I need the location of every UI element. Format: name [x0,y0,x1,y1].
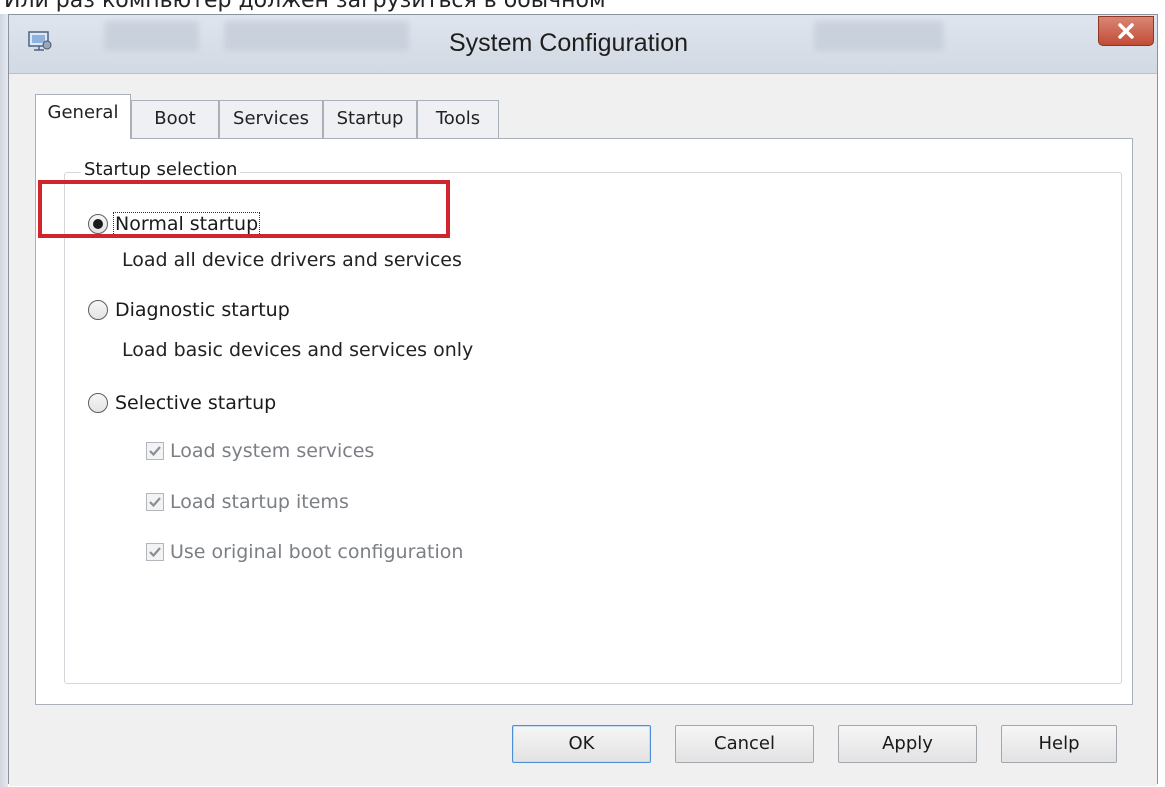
background-caption-strip: Или раз компьютер должен загрузиться в о… [0,0,1165,14]
load-startup-items-label: Load startup items [170,491,349,513]
load-startup-items-checkbox[interactable]: Load startup items [146,491,349,513]
tab-label: Boot [154,108,196,129]
close-button[interactable] [1098,16,1154,46]
background-caption: Или раз компьютер должен загрузиться в о… [4,0,606,13]
tab-startup[interactable]: Startup [323,100,417,138]
checkbox-box [146,493,164,511]
help-button[interactable]: Help [1001,725,1117,763]
system-configuration-window: System Configuration General Boot Servic… [8,14,1158,786]
apply-button[interactable]: Apply [838,725,977,763]
tab-label: Tools [435,108,481,129]
blurred-background-address [224,21,409,51]
close-icon [1118,23,1134,39]
checkbox-box [146,543,164,561]
window-title: System Configuration [449,29,689,57]
selective-startup-radio[interactable]: Selective startup [88,392,276,414]
apply-button-label: Apply [882,733,933,754]
cancel-button-label: Cancel [714,733,775,754]
load-system-services-checkbox[interactable]: Load system services [146,440,374,462]
normal-startup-description: Load all device drivers and services [122,249,462,271]
tab-tools[interactable]: Tools [417,100,499,138]
tab-general[interactable]: General [35,94,131,139]
ok-button[interactable]: OK [512,725,651,763]
startup-selection-label: Startup selection [81,159,241,180]
blurred-background-toolbar [104,21,199,51]
diagnostic-startup-description: Load basic devices and services only [122,339,474,361]
selective-startup-label: Selective startup [115,392,277,414]
tab-label: General [47,102,119,123]
tab-services[interactable]: Services [219,100,323,138]
blurred-background-search [814,21,944,51]
checkbox-box [146,442,164,460]
use-original-boot-configuration-label: Use original boot configuration [170,541,464,563]
diagnostic-startup-label: Diagnostic startup [115,299,290,321]
checkmark-icon [149,497,161,508]
title-bar[interactable]: System Configuration [9,15,1157,73]
help-button-label: Help [1038,733,1080,754]
ok-button-label: OK [568,733,595,754]
msconfig-app-icon [28,31,52,51]
background-window-edge [0,14,8,787]
diagnostic-startup-radio[interactable]: Diagnostic startup [88,299,290,321]
checkmark-icon [149,446,161,457]
tab-boot[interactable]: Boot [131,100,219,138]
tab-label: Startup [336,108,404,129]
tab-label: Services [233,108,309,129]
cancel-button[interactable]: Cancel [675,725,814,763]
use-original-boot-configuration-checkbox[interactable]: Use original boot configuration [146,541,463,563]
checkmark-icon [149,547,161,558]
dialog-client-area: General Boot Services Startup Tools Star… [9,73,1157,786]
red-highlight-box [38,180,450,238]
radio-unselected-indicator [88,393,108,413]
load-system-services-label: Load system services [170,440,375,462]
radio-unselected-indicator [88,300,108,320]
